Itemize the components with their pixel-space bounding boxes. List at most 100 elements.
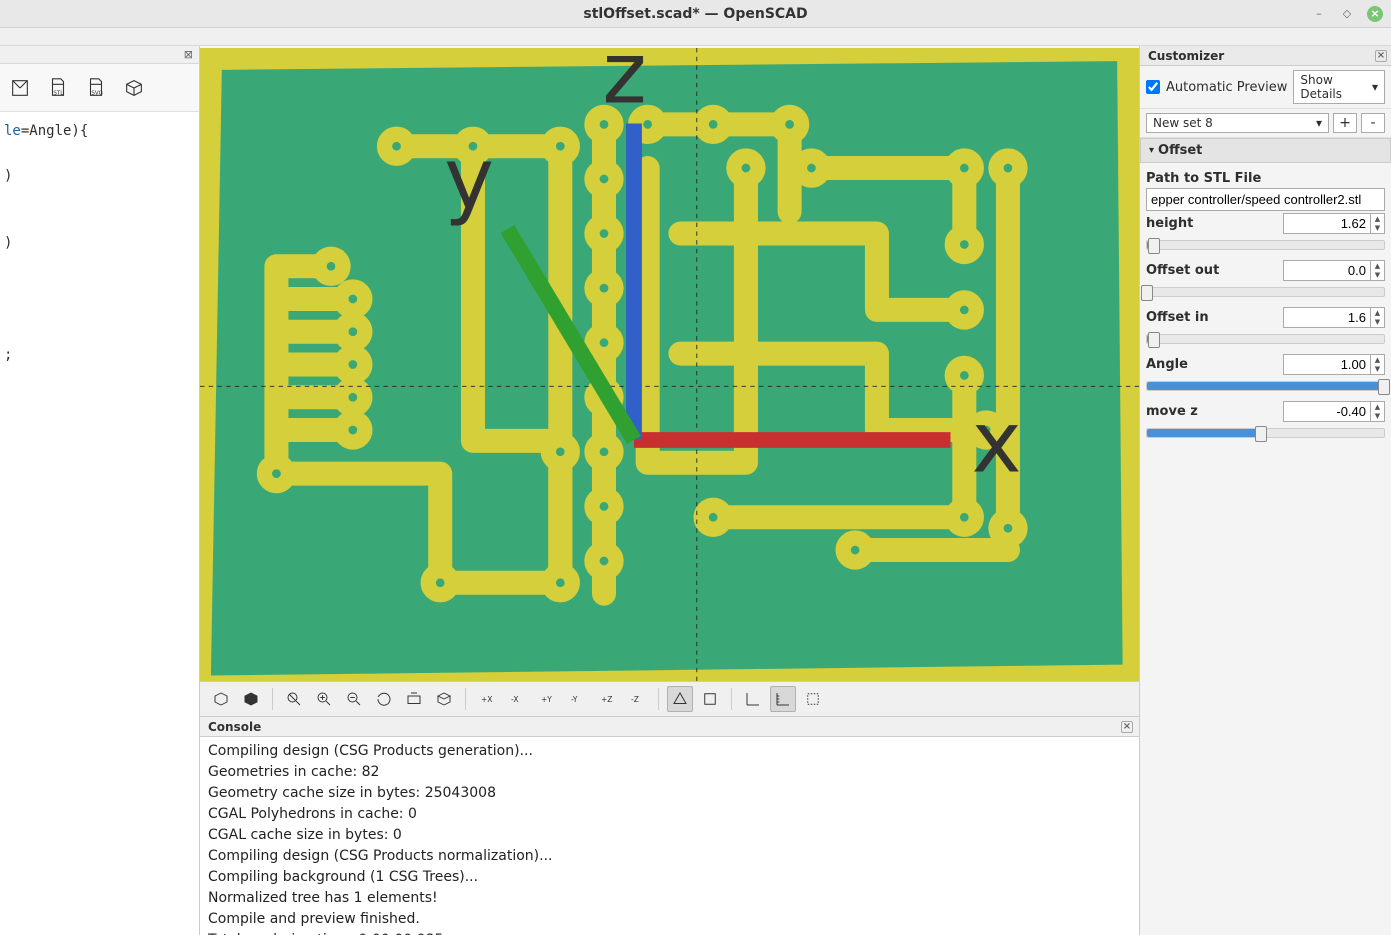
export-stl-icon[interactable]: STL xyxy=(46,76,70,100)
render-button[interactable] xyxy=(238,686,264,712)
code-frag: ) xyxy=(4,235,12,251)
preset-name: New set 8 xyxy=(1153,116,1213,130)
console-line: CGAL cache size in bytes: 0 xyxy=(208,825,1131,846)
axis-xm-icon[interactable]: -X xyxy=(504,686,530,712)
chevron-down-icon: ▾ xyxy=(1372,80,1378,94)
code-frag: ; xyxy=(4,347,12,363)
svg-text:y: y xyxy=(444,130,494,228)
offset-in-spinner[interactable]: ▲▼ xyxy=(1283,307,1385,328)
svg-text:+Z: +Z xyxy=(601,695,612,704)
new-file-icon[interactable] xyxy=(8,76,32,100)
svg-text:-Z: -Z xyxy=(631,695,639,704)
window-titlebar: stlOffset.scad* — OpenSCAD – ◇ × xyxy=(0,0,1391,28)
preset-add-button[interactable]: + xyxy=(1333,113,1357,133)
minimize-icon[interactable]: – xyxy=(1311,6,1327,22)
console-output[interactable]: Compiling design (CSG Products generatio… xyxy=(200,737,1139,935)
preset-remove-button[interactable]: - xyxy=(1361,113,1385,133)
axis-yp-icon[interactable]: +Y xyxy=(534,686,560,712)
customizer-title: Customizer xyxy=(1148,49,1224,63)
show-scale-icon[interactable] xyxy=(770,686,796,712)
angle-input[interactable] xyxy=(1284,355,1370,374)
path-input[interactable] xyxy=(1146,188,1385,211)
ortho-icon[interactable] xyxy=(697,686,723,712)
code-frag: ) xyxy=(4,168,12,184)
maximize-icon[interactable]: ◇ xyxy=(1339,6,1355,22)
movez-slider[interactable] xyxy=(1146,428,1385,438)
offset-in-label: Offset in xyxy=(1146,310,1209,325)
perspective-icon[interactable] xyxy=(667,686,693,712)
offset-in-input[interactable] xyxy=(1284,308,1370,327)
height-input[interactable] xyxy=(1284,214,1370,233)
offset-out-input[interactable] xyxy=(1284,261,1370,280)
preset-row: New set 8 ▾ + - xyxy=(1140,109,1391,138)
window-title: stlOffset.scad* — OpenSCAD xyxy=(583,6,807,22)
console-line: Compile and preview finished. xyxy=(208,909,1131,930)
console-line: CGAL Polyhedrons in cache: 0 xyxy=(208,804,1131,825)
axis-xp-icon[interactable]: +X xyxy=(474,686,500,712)
center-column: x z y +X -X +Y -Y +Z -Z xyxy=(200,46,1139,935)
svg-text:+Y: +Y xyxy=(541,695,552,704)
chevron-down-icon: ▾ xyxy=(1316,116,1322,130)
height-slider[interactable] xyxy=(1146,240,1385,250)
close-icon[interactable]: × xyxy=(1367,6,1383,22)
console-line: Compiling design (CSG Products generatio… xyxy=(208,741,1131,762)
section-offset-header[interactable]: ▾ Offset xyxy=(1140,138,1391,163)
console-header: Console × xyxy=(200,717,1139,737)
svg-text:x: x xyxy=(972,394,1022,492)
console-line: Normalized tree has 1 elements! xyxy=(208,888,1131,909)
axis-indicator: x z y xyxy=(270,48,1139,651)
angle-slider[interactable] xyxy=(1146,381,1385,391)
params-container: Path to STL File height ▲▼ Offset out ▲▼… xyxy=(1140,163,1391,450)
view-reset-icon[interactable] xyxy=(401,686,427,712)
code-frag: =Angle){ xyxy=(21,123,88,139)
code-frag: le xyxy=(4,123,21,139)
console-close-icon[interactable]: × xyxy=(1121,721,1133,733)
viewport-toolbar: +X -X +Y -Y +Z -Z xyxy=(200,681,1139,717)
axis-zm-icon[interactable]: -Z xyxy=(624,686,650,712)
zoom-in-icon[interactable] xyxy=(311,686,337,712)
offset-out-slider[interactable] xyxy=(1146,287,1385,297)
svg-text:+X: +X xyxy=(481,695,492,704)
code-editor[interactable]: le=Angle){ ) ) ; xyxy=(0,112,199,935)
angle-spinner[interactable]: ▲▼ xyxy=(1283,354,1385,375)
svg-text:-X: -X xyxy=(511,695,518,704)
preview-cube-icon[interactable] xyxy=(122,76,146,100)
view-cube-icon[interactable] xyxy=(431,686,457,712)
zoom-out-icon[interactable] xyxy=(341,686,367,712)
select-bbox-icon[interactable] xyxy=(800,686,826,712)
customizer-header: Customizer × xyxy=(1140,46,1391,66)
preset-dropdown[interactable]: New set 8 ▾ xyxy=(1146,113,1329,133)
movez-label: move z xyxy=(1146,404,1198,419)
export-svg-icon[interactable]: SVG xyxy=(84,76,108,100)
preview-button[interactable] xyxy=(208,686,234,712)
offset-in-slider[interactable] xyxy=(1146,334,1385,344)
auto-preview-row: Automatic Preview Show Details▾ xyxy=(1140,66,1391,109)
editor-close-icon[interactable]: ⊠ xyxy=(0,46,199,64)
height-spinner[interactable]: ▲▼ xyxy=(1283,213,1385,234)
movez-spinner[interactable]: ▲▼ xyxy=(1283,401,1385,422)
customizer-close-icon[interactable]: × xyxy=(1375,50,1387,62)
console-panel: Console × Compiling design (CSG Products… xyxy=(200,717,1139,935)
show-axes-icon[interactable] xyxy=(740,686,766,712)
window-controls: – ◇ × xyxy=(1311,6,1383,22)
axis-ym-icon[interactable]: -Y xyxy=(564,686,590,712)
svg-text:-Y: -Y xyxy=(571,695,578,704)
menu-bar-placeholder xyxy=(0,28,1391,46)
customizer-panel: Customizer × Automatic Preview Show Deta… xyxy=(1139,46,1391,935)
viewport-3d[interactable]: x z y xyxy=(200,48,1139,681)
svg-text:STL: STL xyxy=(53,90,64,96)
main-layout: ⊠ STL SVG le=Angle){ ) ) ; xyxy=(0,46,1391,935)
svg-text:z: z xyxy=(602,48,646,122)
offset-out-spinner[interactable]: ▲▼ xyxy=(1283,260,1385,281)
angle-label: Angle xyxy=(1146,357,1188,372)
movez-input[interactable] xyxy=(1284,402,1370,421)
auto-preview-checkbox[interactable] xyxy=(1146,80,1160,94)
console-title: Console xyxy=(208,720,261,734)
details-dropdown[interactable]: Show Details▾ xyxy=(1293,70,1385,104)
zoom-fit-icon[interactable] xyxy=(281,686,307,712)
path-label: Path to STL File xyxy=(1146,167,1385,188)
auto-preview-label: Automatic Preview xyxy=(1166,80,1287,95)
axis-zp-icon[interactable]: +Z xyxy=(594,686,620,712)
rotate-icon[interactable] xyxy=(371,686,397,712)
console-line: Compiling background (1 CSG Trees)... xyxy=(208,867,1131,888)
